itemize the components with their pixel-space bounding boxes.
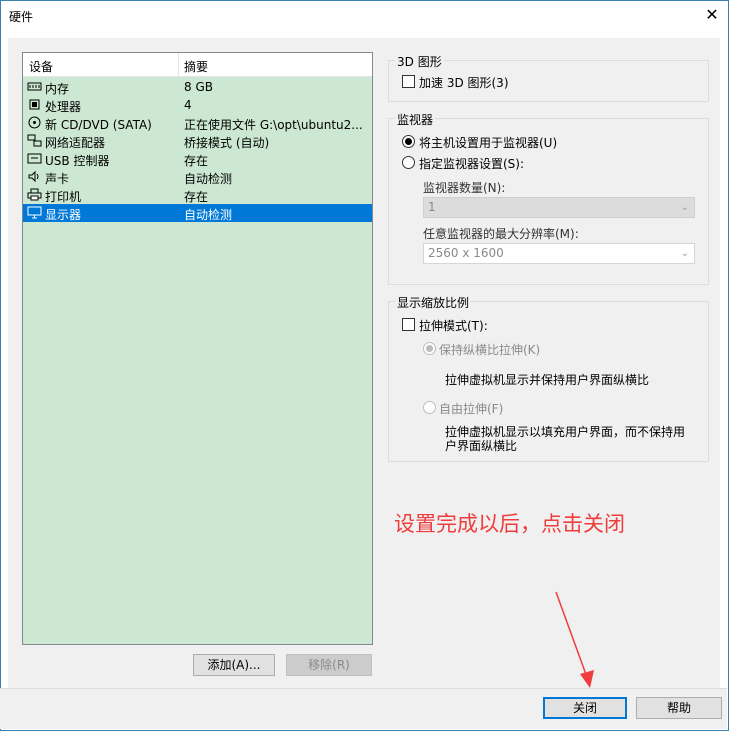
monitor-group: 监视器 将主机设置用于监视器(U) 指定监视器设置(S): 监视器数量(N): … [388,111,709,285]
device-summary: 正在使用文件 G:\opt\ubuntu2... [184,118,363,132]
column-header-device[interactable]: 设备 [29,58,53,75]
memory-icon [27,80,42,93]
device-list[interactable]: 设备 摘要 内存 8 GB 处理器 4 新 CD/DVD (SATA) 正在使用文件 G:… [22,52,373,645]
add-button[interactable]: 添加(A)... [193,654,275,676]
cd-dvd-icon [27,116,42,129]
group-title-monitor: 监视器 [395,111,436,128]
device-name: 新 CD/DVD (SATA) [45,118,152,132]
window-title: 硬件 [9,10,34,24]
graphics-3d-group: 3D 图形 加速 3D 图形(3) [388,53,709,102]
device-row[interactable]: 内存 8 GB [23,78,372,96]
max-resolution-label: 任意监视器的最大分辨率(M): [423,227,579,241]
free-stretch-label[interactable]: 自由拉伸(F) [439,400,503,417]
keep-ratio-description: 拉伸虚拟机显示并保持用户界面纵横比 [445,373,650,387]
device-name: USB 控制器 [45,154,110,168]
device-name: 显示器 [45,208,82,222]
processor-icon [27,98,42,111]
device-name: 声卡 [45,172,70,186]
monitor-count-label: 监视器数量(N): [423,181,506,195]
device-summary: 自动检测 [184,208,233,222]
network-adapter-icon [27,134,42,147]
device-row[interactable]: 网络适配器 桥接模式 (自动) [23,132,372,150]
keep-ratio-label[interactable]: 保持纵横比拉伸(K) [439,341,540,358]
printer-icon [27,188,42,201]
accelerate-3d-checkbox[interactable] [402,75,415,88]
display-icon [27,206,42,219]
chevron-down-icon: ⌄ [680,248,689,259]
device-name: 打印机 [45,190,82,204]
device-row[interactable]: 打印机 存在 [23,186,372,204]
device-name: 处理器 [45,100,82,114]
accelerate-3d-label[interactable]: 加速 3D 图形(3) [419,74,509,91]
chevron-down-icon: ⌄ [680,202,689,213]
column-separator[interactable] [178,53,179,77]
monitor-count-value: 1 [428,200,436,214]
help-button[interactable]: 帮助 [636,697,722,719]
max-resolution-value: 2560 x 1600 [428,246,504,260]
stretch-mode-label[interactable]: 拉伸模式(T): [419,317,488,334]
monitor-count-select[interactable]: 1 ⌄ [423,197,695,218]
device-summary: 8 GB [184,80,213,94]
free-stretch-description-line2: 户界面纵横比 [445,439,518,453]
list-header: 设备 摘要 [23,53,372,77]
annotation-text: 设置完成以后，点击关闭 [394,512,625,536]
max-resolution-select[interactable]: 2560 x 1600 ⌄ [423,243,695,264]
specify-setting-radio[interactable] [402,156,415,169]
column-header-summary[interactable]: 摘要 [184,58,208,75]
device-summary: 存在 [184,154,209,168]
device-name: 内存 [45,82,70,96]
device-row[interactable]: 新 CD/DVD (SATA) 正在使用文件 G:\opt\ubuntu2... [23,114,372,132]
annotation-arrow-icon [555,591,594,688]
usb-controller-icon [27,152,42,165]
device-summary: 存在 [184,190,209,204]
group-title-3d: 3D 图形 [395,53,444,70]
keep-ratio-radio[interactable] [423,342,436,355]
specify-setting-label[interactable]: 指定监视器设置(S): [419,155,524,172]
free-stretch-radio[interactable] [423,401,436,414]
device-row[interactable]: 显示器 自动检测 [23,204,372,222]
host-setting-radio[interactable] [402,135,415,148]
close-button[interactable]: 关闭 [543,697,627,719]
sound-card-icon [27,170,42,183]
display-scaling-group: 显示缩放比例 拉伸模式(T): 保持纵横比拉伸(K) 拉伸虚拟机显示并保持用户界… [388,294,709,462]
host-setting-label[interactable]: 将主机设置用于监视器(U) [419,134,557,151]
device-summary: 4 [184,98,192,112]
device-name: 网络适配器 [45,136,106,150]
device-row[interactable]: 声卡 自动检测 [23,168,372,186]
device-row[interactable]: USB 控制器 存在 [23,150,372,168]
device-summary: 自动检测 [184,172,233,186]
stretch-mode-checkbox[interactable] [402,318,415,331]
device-summary: 桥接模式 (自动) [184,136,270,150]
remove-button[interactable]: 移除(R) [286,654,372,676]
title-bar: 硬件 ✕ [1,1,728,31]
group-title-scaling: 显示缩放比例 [395,294,472,311]
close-icon[interactable]: ✕ [702,5,722,25]
device-row[interactable]: 处理器 4 [23,96,372,114]
